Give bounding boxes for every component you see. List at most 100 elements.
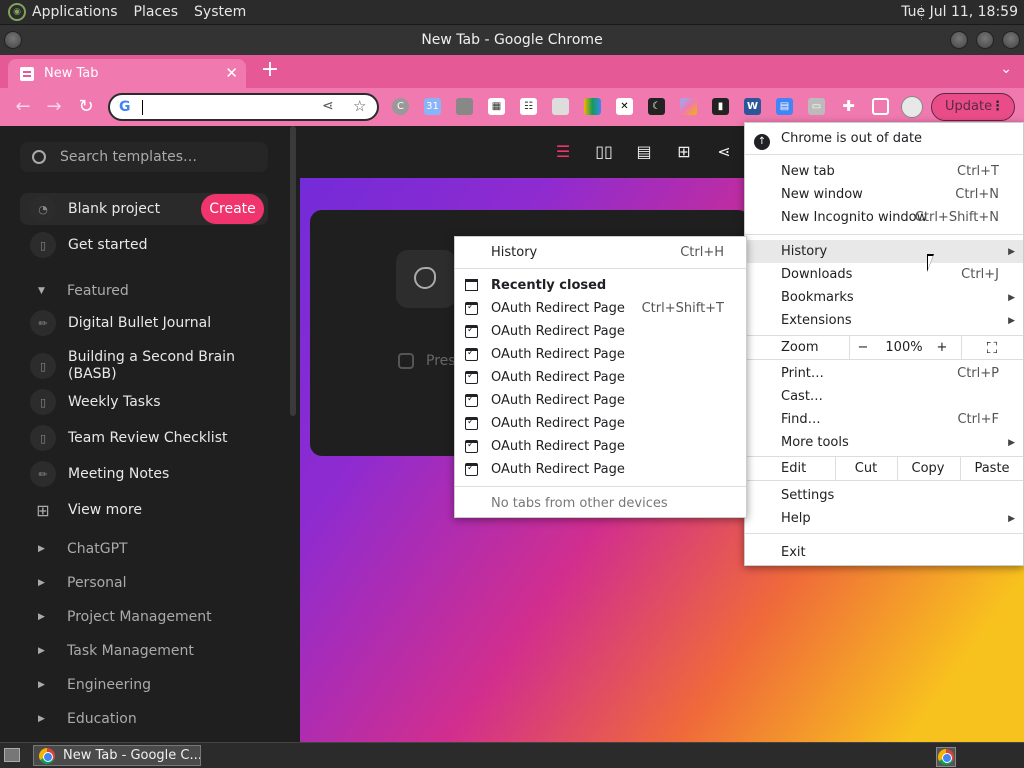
extension-blue-icon[interactable]: ▤ bbox=[776, 98, 793, 115]
menu-new-incognito[interactable]: New Incognito window Ctrl+Shift+N bbox=[745, 206, 1023, 229]
section-personal[interactable]: ▶ Personal bbox=[38, 575, 127, 591]
menu-cast[interactable]: Cast… bbox=[745, 385, 1023, 408]
layout-list-icon[interactable]: ☰ bbox=[553, 142, 573, 161]
section-task-management[interactable]: ▶ Task Management bbox=[38, 643, 194, 659]
profile-avatar[interactable] bbox=[901, 96, 923, 118]
kebab-menu-icon[interactable]: ⋮ bbox=[991, 94, 1004, 120]
section-engineering[interactable]: ▶ Engineering bbox=[38, 677, 151, 693]
menu-exit[interactable]: Exit bbox=[745, 541, 1023, 564]
extension-c-icon[interactable]: C bbox=[392, 98, 409, 115]
search-placeholder: Search templates… bbox=[60, 149, 198, 165]
extension-moon-icon[interactable]: ☾ bbox=[648, 98, 665, 115]
close-window-button[interactable] bbox=[1002, 31, 1020, 49]
applications-menu[interactable]: Applications bbox=[32, 4, 118, 20]
extension-table-icon[interactable]: ☷ bbox=[520, 98, 537, 115]
template-digital-bullet-journal[interactable]: ✏ Digital Bullet Journal bbox=[20, 307, 268, 339]
menu-more-tools[interactable]: More tools ▶ bbox=[745, 431, 1023, 454]
menu-new-window[interactable]: New window Ctrl+N bbox=[745, 183, 1023, 206]
menu-print[interactable]: Print… Ctrl+P bbox=[745, 362, 1023, 385]
menu-label: OAuth Redirect Page bbox=[491, 370, 625, 385]
section-chatgpt[interactable]: ▶ ChatGPT bbox=[38, 541, 128, 557]
tab-search-chevron-icon[interactable]: ⌄ bbox=[1000, 61, 1012, 77]
clock[interactable]: Tue Jul 11, 18:59 bbox=[901, 4, 1018, 20]
menu-bookmarks[interactable]: Bookmarks ▶ bbox=[745, 286, 1023, 309]
extension-image-icon[interactable] bbox=[456, 98, 473, 115]
paste-button[interactable]: Paste bbox=[962, 457, 1022, 480]
omnibox[interactable]: G ⋖ ☆ bbox=[108, 93, 379, 121]
window-menu-button[interactable] bbox=[4, 31, 22, 49]
section-project-management[interactable]: ▶ Project Management bbox=[38, 609, 212, 625]
sidebar-scrollbar[interactable] bbox=[290, 126, 296, 416]
menu-downloads[interactable]: Downloads Ctrl+J bbox=[745, 263, 1023, 286]
history-open-history[interactable]: History Ctrl+H bbox=[455, 241, 746, 264]
create-button[interactable]: Create bbox=[201, 194, 264, 224]
extension-date-icon[interactable]: ▦ bbox=[488, 98, 505, 115]
history-entry[interactable]: OAuth Redirect Page Ctrl+Shift+T bbox=[455, 297, 746, 320]
menu-settings[interactable]: Settings bbox=[745, 484, 1023, 507]
view-more[interactable]: ⊞ View more bbox=[20, 494, 268, 526]
calendar-icon[interactable]: ▤ bbox=[634, 142, 654, 161]
extension-gradient-icon[interactable] bbox=[680, 98, 697, 115]
history-entry[interactable]: OAuth Redirect Page bbox=[455, 458, 746, 481]
extension-book-icon[interactable]: ▮ bbox=[712, 98, 729, 115]
page-favicon-icon bbox=[20, 66, 34, 81]
section-featured[interactable]: ▼ Featured bbox=[38, 283, 129, 299]
checkbox[interactable] bbox=[398, 353, 414, 369]
cut-button[interactable]: Cut bbox=[837, 457, 895, 480]
history-entry[interactable]: OAuth Redirect Page bbox=[455, 343, 746, 366]
history-entry[interactable]: OAuth Redirect Page bbox=[455, 366, 746, 389]
maximize-button[interactable] bbox=[976, 31, 994, 49]
extension-grid-icon[interactable] bbox=[552, 98, 569, 115]
template-team-review-checklist[interactable]: ▯ Team Review Checklist bbox=[20, 422, 268, 454]
menu-help[interactable]: Help ▶ bbox=[745, 507, 1023, 530]
history-entry[interactable]: OAuth Redirect Page bbox=[455, 412, 746, 435]
extensions-puzzle-icon[interactable]: ✚ bbox=[840, 98, 857, 115]
window-title-bar[interactable]: New Tab - Google Chrome bbox=[0, 25, 1024, 55]
copy-button[interactable]: Copy bbox=[899, 457, 957, 480]
template-basb[interactable]: ▯ Building a Second Brain (BASB) bbox=[20, 346, 268, 386]
template-label: Digital Bullet Journal bbox=[68, 315, 212, 331]
fullscreen-icon[interactable]: ⛶ bbox=[981, 336, 1003, 359]
menu-find[interactable]: Find… Ctrl+F bbox=[745, 408, 1023, 431]
minimize-button[interactable] bbox=[950, 31, 968, 49]
forward-button[interactable]: → bbox=[43, 96, 65, 118]
menu-new-tab[interactable]: New tab Ctrl+T bbox=[745, 160, 1023, 183]
gnome-logo-icon[interactable]: ◉ bbox=[8, 3, 26, 21]
update-button[interactable]: Update ⋮ bbox=[931, 93, 1015, 121]
table-icon[interactable]: ⊞ bbox=[674, 142, 694, 161]
template-get-started[interactable]: ▯ Get started bbox=[20, 229, 268, 261]
template-meeting-notes[interactable]: ✏ Meeting Notes bbox=[20, 458, 268, 490]
menu-extensions[interactable]: Extensions ▶ bbox=[745, 309, 1023, 332]
extension-calendar-icon[interactable]: 31 bbox=[424, 98, 441, 115]
zoom-out-button[interactable]: − bbox=[851, 336, 875, 359]
places-menu[interactable]: Places bbox=[134, 4, 179, 20]
system-menu[interactable]: System bbox=[194, 4, 246, 20]
history-entry[interactable]: OAuth Redirect Page bbox=[455, 389, 746, 412]
bookmark-star-icon[interactable]: ☆ bbox=[353, 97, 366, 115]
taskbar-chrome-window[interactable]: New Tab - Google C... bbox=[33, 745, 201, 766]
tab-new-tab[interactable]: New Tab ✕ bbox=[8, 59, 246, 88]
new-tab-button[interactable]: + bbox=[258, 59, 282, 83]
tab-close-icon[interactable]: ✕ bbox=[225, 64, 238, 82]
extension-color-icon[interactable] bbox=[584, 98, 601, 115]
side-panel-icon[interactable] bbox=[872, 98, 889, 115]
share-nodes-icon[interactable]: ⋖ bbox=[714, 142, 734, 161]
columns-icon[interactable]: ▯▯ bbox=[594, 142, 614, 161]
template-weekly-tasks[interactable]: ▯ Weekly Tasks bbox=[20, 386, 268, 418]
extension-gamepad-icon[interactable]: ▭ bbox=[808, 98, 825, 115]
search-templates-input[interactable]: Search templates… bbox=[20, 142, 268, 172]
history-entry[interactable]: OAuth Redirect Page bbox=[455, 435, 746, 458]
section-label: Featured bbox=[67, 283, 129, 299]
tray-chrome-icon[interactable] bbox=[936, 747, 956, 767]
reload-button[interactable]: ↻ bbox=[75, 96, 97, 118]
menu-update-notice[interactable]: ↑ Chrome is out of date bbox=[745, 127, 1023, 150]
history-entry[interactable]: OAuth Redirect Page bbox=[455, 320, 746, 343]
extension-x-icon[interactable]: ✕ bbox=[616, 98, 633, 115]
extension-word-icon[interactable]: W bbox=[744, 98, 761, 115]
zoom-in-button[interactable]: + bbox=[931, 336, 953, 359]
menu-history[interactable]: History ▶ bbox=[745, 240, 1023, 263]
share-icon[interactable]: ⋖ bbox=[322, 98, 334, 114]
section-education[interactable]: ▶ Education bbox=[38, 711, 137, 727]
show-desktop-icon[interactable] bbox=[4, 748, 20, 762]
back-button[interactable]: ← bbox=[12, 96, 34, 118]
